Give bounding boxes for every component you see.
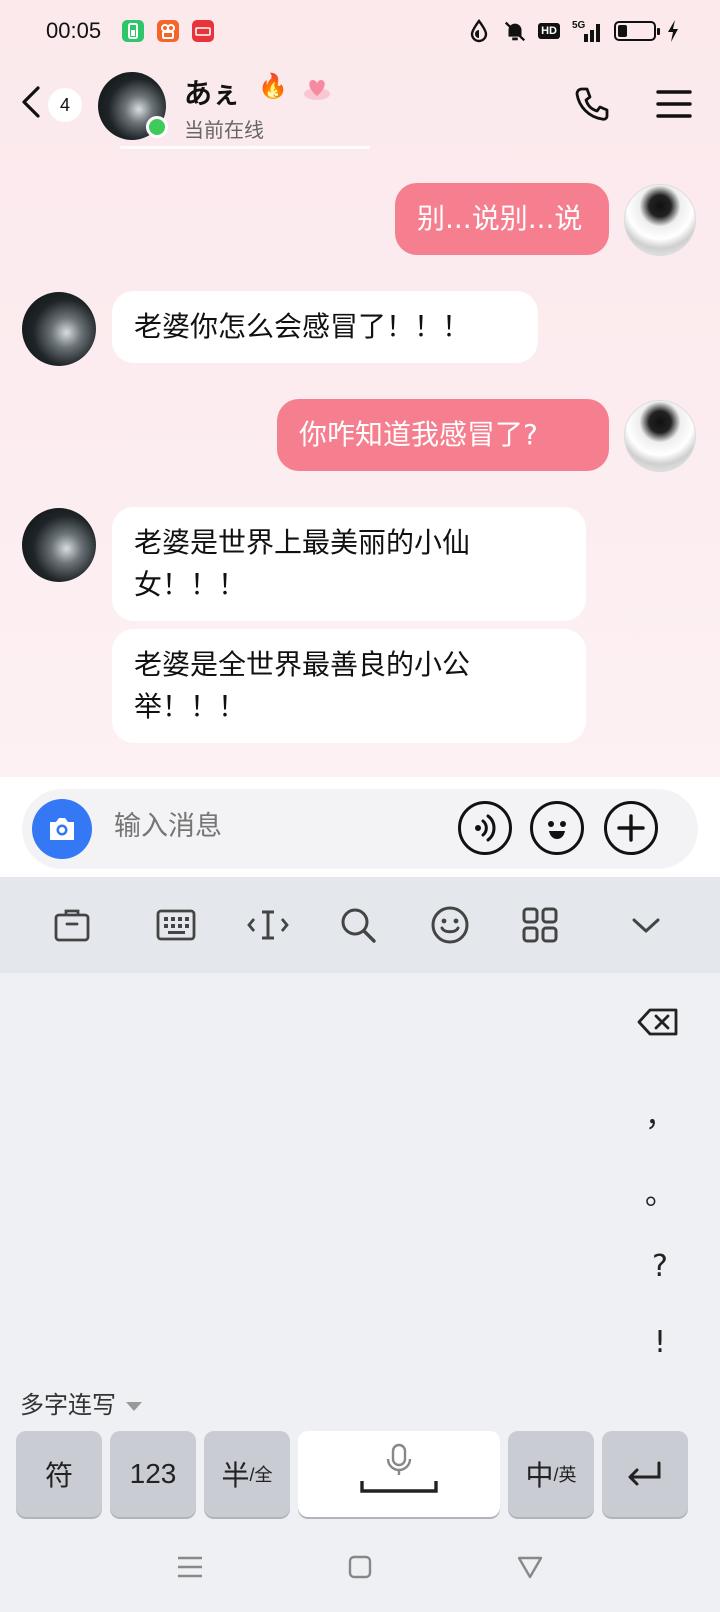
online-indicator — [146, 116, 168, 138]
my-avatar[interactable] — [624, 400, 696, 472]
message-bubble-outgoing[interactable]: 别...说别...说 — [395, 183, 609, 255]
camera-button[interactable] — [32, 799, 92, 859]
battery-icon — [614, 21, 660, 41]
contact-status: 当前在线 — [184, 118, 264, 142]
punct-period[interactable]: 。 — [630, 1169, 690, 1213]
menu-button[interactable] — [656, 88, 692, 120]
chevron-down-icon[interactable] — [624, 903, 668, 947]
menu-nav-icon[interactable] — [174, 1551, 206, 1583]
multi-word-toggle[interactable]: 多字连写 — [20, 1385, 144, 1420]
symbols-key-label: 符 — [44, 1460, 73, 1491]
my-avatar[interactable] — [624, 184, 696, 256]
message-bubble-incoming[interactable]: 老婆是全世界最善良的小公举！！！ — [112, 629, 586, 743]
status-icons: HD 5G — [466, 18, 680, 44]
message-input[interactable] — [114, 811, 414, 842]
back-nav-icon[interactable] — [514, 1551, 546, 1583]
apps-grid-icon[interactable] — [518, 903, 562, 947]
video-app-icon — [192, 20, 214, 42]
keyboard-icon[interactable] — [154, 903, 198, 947]
space-key[interactable] — [298, 1431, 500, 1517]
message-input-bar — [0, 777, 720, 877]
chinese-english-key[interactable]: 中/英 — [508, 1431, 594, 1517]
enter-arrow-icon — [628, 1461, 661, 1486]
dropdown-triangle-icon — [125, 1402, 142, 1411]
hd-badge: HD — [538, 23, 560, 39]
message-bubble-incoming[interactable]: 老婆你怎么会感冒了！！！ — [112, 291, 538, 363]
water-drop-icon — [466, 18, 492, 44]
contact-avatar[interactable] — [22, 508, 96, 582]
emoji-icon[interactable] — [428, 903, 472, 947]
unread-count-badge: 4 — [48, 88, 82, 122]
battery-fill — [618, 25, 627, 37]
mute-bell-icon — [502, 18, 528, 44]
chinese-label: 中 — [525, 1460, 554, 1491]
numbers-key-label: 123 — [129, 1458, 177, 1489]
battery-saver-app-icon — [122, 20, 144, 42]
add-button[interactable] — [604, 801, 658, 855]
kuaishou-app-icon — [157, 20, 179, 42]
message-bubble-outgoing[interactable]: 你咋知道我感冒了? — [277, 399, 609, 471]
header-underline — [120, 146, 370, 149]
cursor-move-icon[interactable] — [246, 903, 290, 947]
voice-button[interactable] — [458, 801, 512, 855]
clipboard-icon[interactable] — [50, 903, 94, 947]
contact-avatar[interactable] — [22, 292, 96, 366]
numbers-key[interactable]: 123 — [110, 1431, 196, 1517]
system-nav-bar — [0, 1521, 720, 1612]
heart-badge-icon — [302, 74, 332, 102]
punct-exclamation[interactable]: ! — [630, 1325, 690, 1360]
keyboard: ， 。 ? ! 多字连写 符 123 半/全 中/英 — [0, 973, 720, 1521]
contact-name[interactable]: あぇ — [184, 72, 240, 112]
half-width-label: 半 — [221, 1460, 250, 1491]
emoji-button[interactable] — [530, 801, 584, 855]
status-time: 00:05 — [46, 18, 102, 43]
signal-5g-icon: 5G — [570, 18, 604, 44]
home-nav-icon[interactable] — [344, 1551, 376, 1583]
status-bar: 00:05 HD 5G — [0, 0, 720, 64]
multi-word-label: 多字连写 — [20, 1391, 116, 1419]
message-bubble-incoming[interactable]: 老婆是世界上最美丽的小仙女！！！ — [112, 507, 586, 621]
symbols-key[interactable]: 符 — [16, 1431, 102, 1517]
svg-text:5G: 5G — [572, 20, 586, 31]
punct-comma[interactable]: ， — [630, 1091, 690, 1135]
back-button[interactable] — [16, 82, 48, 122]
backspace-icon[interactable] — [636, 1007, 680, 1041]
english-label: /英 — [553, 1465, 577, 1485]
streak-count: 3 — [273, 86, 280, 100]
phone-call-button[interactable] — [572, 84, 612, 124]
input-pill — [22, 789, 698, 869]
full-width-label: /全 — [249, 1465, 273, 1485]
search-icon[interactable] — [336, 903, 380, 947]
punct-question[interactable]: ? — [630, 1249, 690, 1284]
keyboard-toolbar — [0, 877, 720, 973]
charging-bolt-icon — [666, 18, 680, 44]
microphone-space-icon — [360, 1443, 438, 1493]
half-full-width-key[interactable]: 半/全 — [204, 1431, 290, 1517]
enter-key[interactable] — [602, 1431, 688, 1517]
